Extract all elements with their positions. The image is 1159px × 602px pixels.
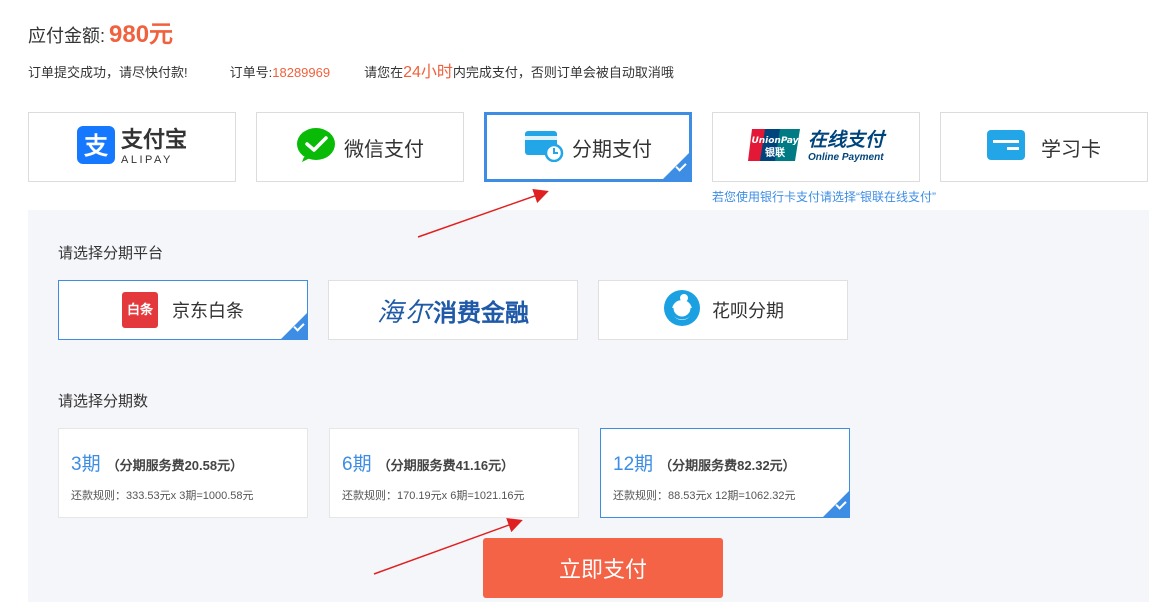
- term-count: 12期: [613, 454, 654, 475]
- alipay-text: 支付宝 ALIPAY: [120, 126, 187, 166]
- unionpay-brand-top: UnionPay: [751, 136, 799, 146]
- unionpay-brand-bottom: 银联: [765, 146, 785, 159]
- deadline-prefix: 请您在: [364, 65, 404, 80]
- unionpay-sub: Online Payment: [807, 152, 884, 163]
- unionpay-text: 在线支付 Online Payment: [808, 131, 884, 163]
- term-fee: （分期服务费20.58元）: [106, 458, 244, 473]
- platform-huabei[interactable]: 花呗分期: [598, 280, 848, 340]
- unionpay-label: 在线支付: [807, 130, 884, 151]
- term-head: 3期 （分期服务费20.58元）: [71, 449, 243, 476]
- amount-row: 应付金额: 980元: [28, 14, 173, 49]
- pay-now-button[interactable]: 立即支付: [483, 538, 723, 598]
- order-info-row: 订单提交成功，请尽快付款! 订单号: 18289969 请您在 24小时 内完成…: [28, 58, 674, 82]
- unionpay-hint: 若您使用银行卡支付请选择“银联在线支付”: [712, 190, 936, 204]
- jd-baitiao-icon: 白条: [122, 292, 158, 328]
- alipay-sub: ALIPAY: [120, 153, 173, 166]
- haier-logo-script: 海尔: [376, 297, 433, 328]
- term-section-title: 请选择分期数: [58, 393, 149, 410]
- haier-finance-logo: 海尔 消费金融: [377, 292, 529, 329]
- installment-label: 分期支付: [572, 138, 652, 161]
- platform-section-title: 请选择分期平台: [58, 245, 164, 262]
- huabei-label: 花呗分期: [712, 301, 784, 321]
- term-fee: （分期服务费82.32元）: [659, 458, 796, 473]
- term-rule: 还款规则：170.19元x 6期=1021.16元: [342, 490, 525, 502]
- study-card-label: 学习卡: [1041, 138, 1101, 161]
- term-count: 6期: [342, 454, 372, 475]
- huabei-icon: [662, 288, 702, 333]
- order-number: 18289969: [272, 65, 331, 80]
- pay-method-study-card[interactable]: 学习卡: [940, 112, 1148, 182]
- amount-label: 应付金额:: [28, 26, 106, 46]
- unionpay-icon: UnionPay 银联: [747, 127, 802, 168]
- order-label: 订单号:: [229, 65, 273, 80]
- deadline-hours: 24小时: [403, 64, 453, 81]
- wechat-icon: [296, 127, 336, 168]
- term-fee: （分期服务费41.16元）: [377, 458, 515, 473]
- term-head: 12期 （分期服务费82.32元）: [613, 449, 796, 476]
- pay-method-installment[interactable]: 分期支付: [484, 112, 692, 182]
- haier-logo-text: 消费金融: [433, 299, 529, 327]
- term-option-6[interactable]: 6期 （分期服务费41.16元） 还款规则：170.19元x 6期=1021.1…: [329, 428, 579, 518]
- term-head: 6期 （分期服务费41.16元）: [342, 449, 514, 476]
- svg-text:支: 支: [84, 132, 109, 160]
- jd-baitiao-logo-text: 白条: [126, 302, 153, 317]
- installment-card-icon: [524, 128, 564, 167]
- selected-check-icon: [823, 491, 849, 517]
- platform-jd-baitiao[interactable]: 白条 京东白条: [58, 280, 308, 340]
- term-count: 3期: [71, 454, 101, 475]
- alipay-icon: 支: [76, 125, 115, 169]
- selected-check-icon: [663, 153, 689, 179]
- submit-message: 订单提交成功，请尽快付款!: [28, 65, 188, 80]
- term-rule: 还款规则：88.53元x 12期=1062.32元: [613, 490, 796, 502]
- wechat-label: 微信支付: [344, 138, 424, 161]
- pay-method-alipay[interactable]: 支 支付宝 ALIPAY: [28, 112, 236, 182]
- amount-value: 980元: [109, 21, 174, 48]
- jd-baitiao-label: 京东白条: [172, 301, 244, 321]
- platform-haier-finance[interactable]: 海尔 消费金融: [328, 280, 578, 340]
- pay-method-unionpay[interactable]: UnionPay 银联 在线支付 Online Payment: [712, 112, 920, 182]
- alipay-label: 支付宝: [120, 126, 187, 152]
- term-option-3[interactable]: 3期 （分期服务费20.58元） 还款规则：333.53元x 3期=1000.5…: [58, 428, 308, 518]
- pay-method-wechat[interactable]: 微信支付: [256, 112, 464, 182]
- term-option-12[interactable]: 12期 （分期服务费82.32元） 还款规则：88.53元x 12期=1062.…: [600, 428, 850, 518]
- selected-check-icon: [281, 313, 307, 339]
- term-rule: 还款规则：333.53元x 3期=1000.58元: [71, 490, 254, 502]
- study-card-icon: [987, 129, 1025, 165]
- deadline-suffix: 内完成支付，否则订单会被自动取消哦: [452, 65, 674, 80]
